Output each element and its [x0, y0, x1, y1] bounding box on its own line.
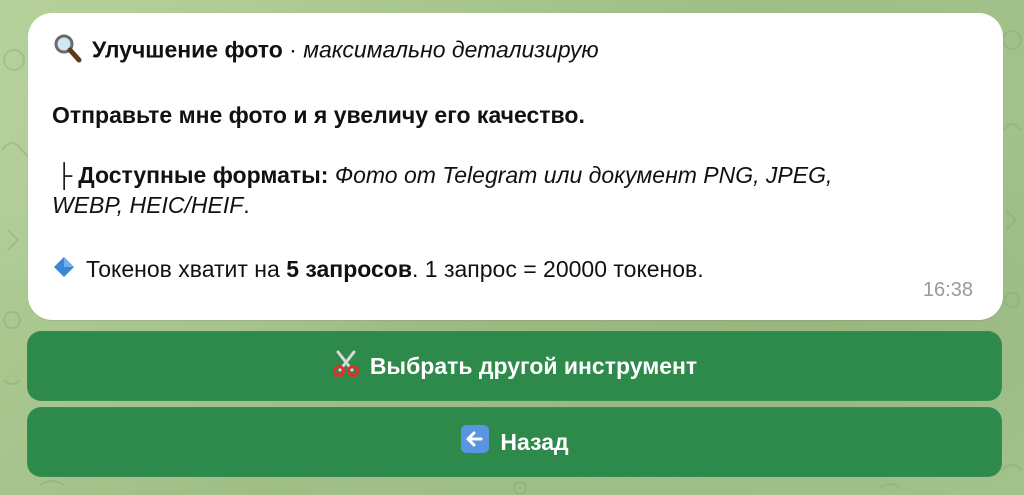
- tokens-line: Токенов хватит на 5 запросов. 1 запрос =…: [52, 254, 977, 286]
- tree-branch-glyph: ├: [56, 162, 73, 188]
- formats-value-line2: WEBP, HEIC/HEIF: [52, 192, 244, 218]
- formats-value-line1: Фото от Telegram или документ PNG, JPEG,: [334, 162, 833, 188]
- blue-diamond-icon: [52, 255, 76, 286]
- message-time: 16:38: [922, 279, 973, 301]
- tokens-count: 5 запросов: [286, 256, 412, 282]
- left-arrow-icon: [460, 424, 490, 460]
- bot-message-bubble: Улучшение фото · максимально детализирую…: [28, 13, 1003, 320]
- header-title: Улучшение фото: [92, 36, 283, 63]
- magnifying-glass-icon: [52, 33, 82, 70]
- header-separator: ·: [282, 36, 304, 63]
- back-button[interactable]: Назад: [27, 407, 1002, 477]
- tokens-suffix: . 1 запрос = 20000 токенов.: [411, 256, 704, 282]
- header-mode: максимально детализирую: [303, 36, 599, 63]
- prompt-text: Отправьте мне фото и я увеличу его качес…: [52, 102, 585, 128]
- choose-other-tool-button[interactable]: Выбрать другой инструмент: [27, 331, 1002, 401]
- tokens-prefix: Токенов хватит на: [86, 256, 287, 282]
- message-header: Улучшение фото · максимально детализирую: [52, 33, 977, 70]
- formats-line-1: ├ Доступные форматы: Фото от Telegram или…: [52, 160, 977, 190]
- formats-label: Доступные форматы:: [78, 162, 329, 188]
- scissors-icon: [332, 349, 360, 383]
- formats-period: .: [243, 192, 250, 218]
- formats-line-2: WEBP, HEIC/HEIF.: [52, 190, 977, 220]
- back-label: Назад: [500, 428, 569, 455]
- choose-other-tool-label: Выбрать другой инструмент: [369, 352, 698, 379]
